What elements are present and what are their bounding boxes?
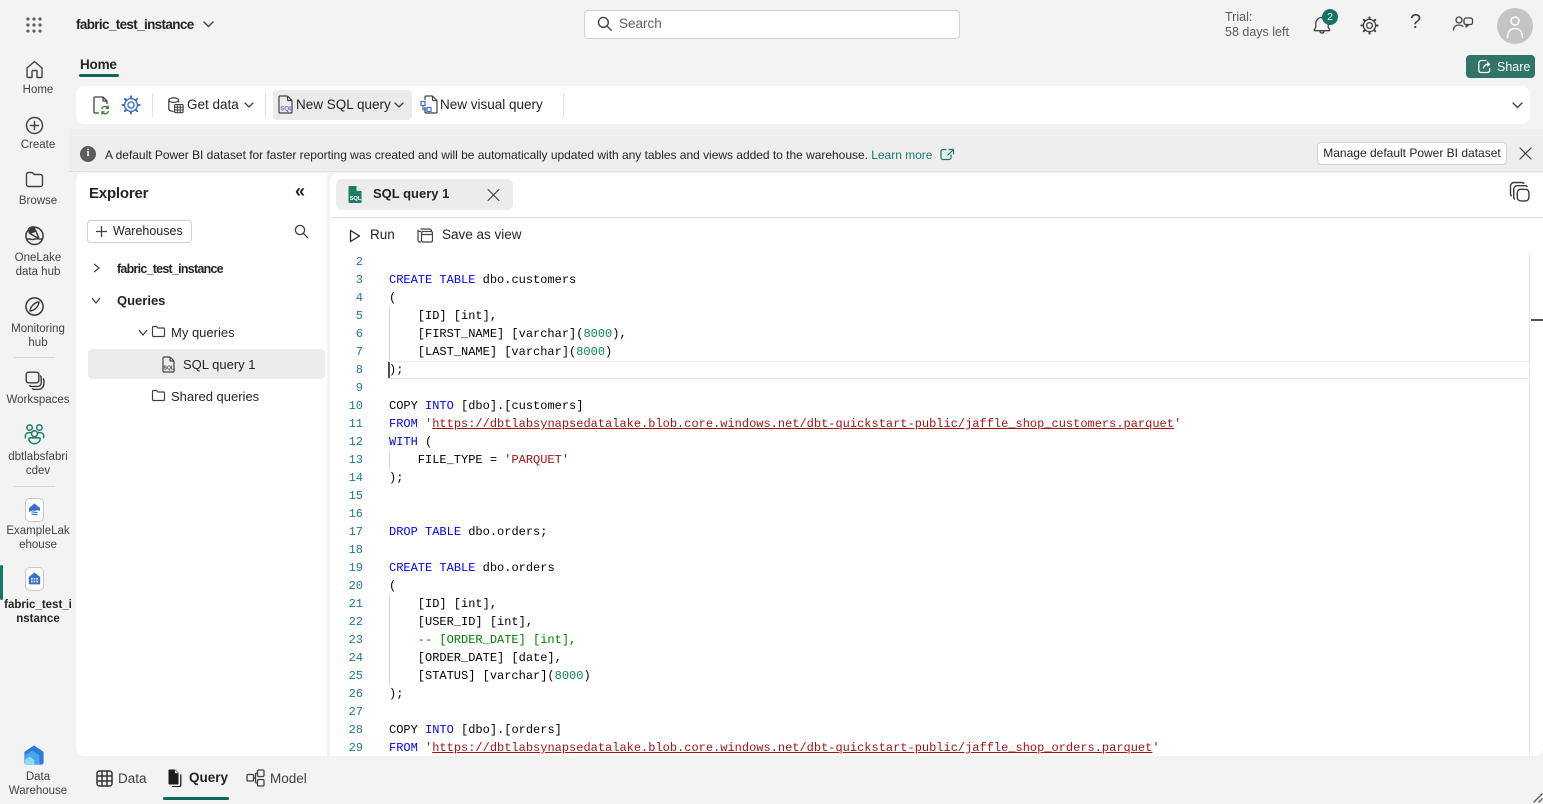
svg-text:SQL: SQL bbox=[350, 196, 362, 202]
svg-text:SQL: SQL bbox=[280, 106, 293, 113]
svg-text:SQL: SQL bbox=[164, 366, 175, 372]
